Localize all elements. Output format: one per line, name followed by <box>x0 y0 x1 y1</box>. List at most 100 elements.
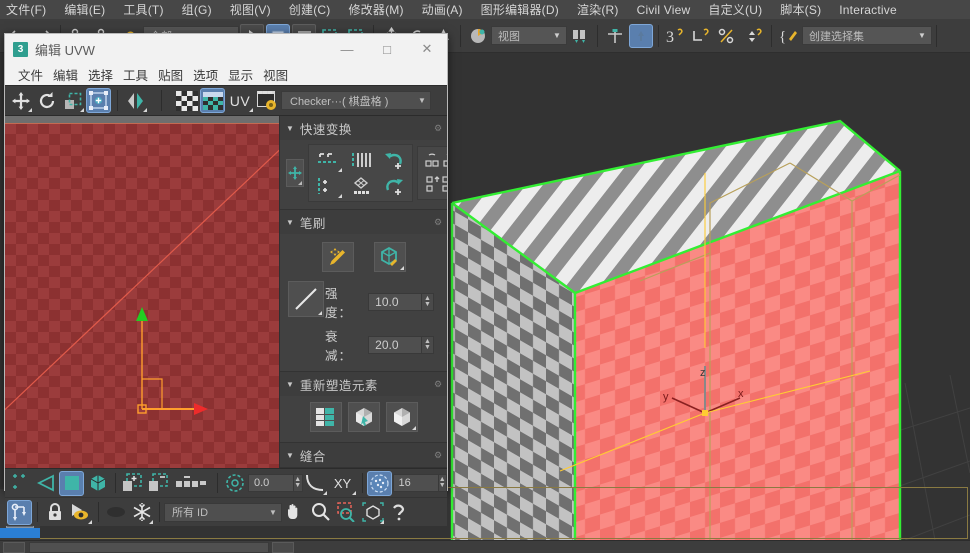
brush-strength-spinner[interactable]: ▲ ▼ <box>422 293 434 311</box>
rollout-header-reshape-elements[interactable]: ▼ 重新塑造元素 ⚙ <box>280 372 447 396</box>
map-options-icon[interactable] <box>255 88 280 113</box>
rotate-ccw-icon[interactable] <box>378 147 409 173</box>
dialog-menu-select[interactable]: 选择 <box>83 65 118 84</box>
rollout-header-brush[interactable]: ▼ 笔刷 ⚙ <box>280 210 447 234</box>
zoom-extents-icon[interactable] <box>360 500 385 525</box>
minimize-button[interactable]: — <box>327 34 367 64</box>
percent-snap-icon[interactable] <box>716 24 740 48</box>
uv-move-gizmo[interactable] <box>120 301 210 421</box>
flip-horizontal-icon[interactable] <box>421 149 447 173</box>
map-selection-combo[interactable]: Checker···( 棋盘格 ) ▼ <box>281 91 431 110</box>
mirror-icon[interactable] <box>123 88 148 113</box>
relax-icon[interactable] <box>345 173 376 199</box>
menu-item-animation[interactable]: 动画(A) <box>413 1 472 18</box>
rotate-icon[interactable] <box>34 88 59 113</box>
select-element-icon[interactable] <box>146 471 171 496</box>
space-vertical-icon[interactable] <box>345 147 376 173</box>
dialog-menu-view[interactable]: 视图 <box>258 65 293 84</box>
menu-item-rendering[interactable]: 渲染(R) <box>568 1 628 18</box>
brush-falloff-spinner[interactable]: ▲ ▼ <box>422 336 434 354</box>
falloff-curve-icon[interactable] <box>288 281 324 317</box>
named-selection-sets-icon[interactable]: { <box>777 24 801 48</box>
move-icon[interactable] <box>8 88 33 113</box>
menu-item-modifiers[interactable]: 修改器(M) <box>339 1 412 18</box>
ref-coord-system-combo[interactable]: 视图 ▼ <box>491 26 567 45</box>
quick-peel-icon[interactable] <box>347 402 380 432</box>
angle-snap-3-icon[interactable]: 3 <box>664 24 688 48</box>
filter-by-view-icon[interactable] <box>68 500 93 525</box>
angle-snap-icon[interactable] <box>690 24 714 48</box>
uv-checker-icon[interactable] <box>200 88 225 113</box>
paint-select-size-input[interactable]: 16 <box>392 474 439 492</box>
freeze-icon[interactable] <box>129 500 154 525</box>
pin-icon[interactable]: ⚙ <box>429 379 447 390</box>
soft-selection-falloff-input[interactable]: 0.0 <box>248 474 294 492</box>
status-toggle-button[interactable] <box>3 541 25 553</box>
vertex-subobject-icon[interactable] <box>7 471 32 496</box>
paint-relax-brush-icon[interactable] <box>373 242 406 272</box>
help-icon[interactable] <box>386 500 411 525</box>
uv-label[interactable]: UV <box>226 88 254 113</box>
dialog-menu-edit[interactable]: 编辑 <box>48 65 83 84</box>
menu-item-create[interactable]: 创建(C) <box>280 1 340 18</box>
move-to-target-icon[interactable] <box>7 499 32 525</box>
select-and-place-icon[interactable] <box>603 24 627 48</box>
menu-item-tools[interactable]: 工具(T) <box>114 1 172 18</box>
menu-item-customize[interactable]: 自定义(U) <box>699 1 771 18</box>
spinner-snap-icon[interactable] <box>742 24 766 48</box>
edit-uvw-dialog[interactable]: 3 编辑 UVW — □ ✕ 文件 编辑 选择 工具 贴图 选项 显示 视图 U… <box>4 33 448 526</box>
rollout-header-quick-transform[interactable]: ▼ 快速变换 ⚙ <box>280 116 447 140</box>
freeform-mode-icon[interactable] <box>86 88 111 113</box>
falloff-curve-type-icon[interactable] <box>303 471 328 496</box>
flip-vertical-icon[interactable] <box>421 173 447 197</box>
menu-item-graph-editors[interactable]: 图形编辑器(D) <box>472 1 568 18</box>
show-map-checker-icon[interactable] <box>174 88 199 113</box>
status-lock-button[interactable] <box>272 541 294 553</box>
menu-item-civil-view[interactable]: Civil View <box>628 3 700 17</box>
zoom-region-icon[interactable] <box>334 500 359 525</box>
material-id-combo[interactable]: 所有 ID ▼ <box>164 502 282 522</box>
hide-icon[interactable] <box>103 500 128 525</box>
space-horizontal-icon[interactable] <box>312 147 343 173</box>
brush-strength-input[interactable]: 10.0 <box>368 293 422 311</box>
menu-item-interactive[interactable]: Interactive <box>830 3 906 17</box>
menu-item-edit[interactable]: 编辑(E) <box>55 1 114 18</box>
align-vertical-icon[interactable] <box>312 173 343 199</box>
menu-item-file[interactable]: 文件(F) <box>0 1 55 18</box>
soft-selection-icon[interactable] <box>222 471 247 496</box>
zoom-icon[interactable] <box>308 500 333 525</box>
align-to-edge-icon[interactable] <box>286 159 304 187</box>
pin-icon[interactable]: ⚙ <box>429 123 447 134</box>
dialog-menu-mapping[interactable]: 贴图 <box>153 65 188 84</box>
select-by-id-icon[interactable] <box>172 471 212 496</box>
menu-item-group[interactable]: 组(G) <box>173 1 221 18</box>
dialog-title-bar[interactable]: 3 编辑 UVW — □ ✕ <box>5 34 447 64</box>
face-subobject-icon[interactable] <box>59 470 84 496</box>
rollout-header-stitch[interactable]: ▼ 缝合 ⚙ <box>280 443 447 467</box>
pin-icon[interactable]: ⚙ <box>429 450 447 461</box>
close-button[interactable]: ✕ <box>407 34 447 64</box>
dialog-menu-file[interactable]: 文件 <box>13 65 48 84</box>
edge-subobject-icon[interactable] <box>33 471 58 496</box>
falloff-axis-xy-label[interactable]: XY <box>329 471 357 496</box>
rotate-cw-icon[interactable] <box>378 173 409 199</box>
snap-toggle-icon[interactable] <box>629 23 653 48</box>
brush-falloff-input[interactable]: 20.0 <box>368 336 422 354</box>
named-selection-set-combo[interactable]: 创建选择集 ▼ <box>802 26 932 45</box>
maximize-button[interactable]: □ <box>367 34 407 64</box>
pan-icon[interactable] <box>282 500 307 525</box>
use-pivot-center-icon[interactable] <box>568 24 592 48</box>
menu-item-views[interactable]: 视图(V) <box>221 1 280 18</box>
pelt-map-icon[interactable] <box>385 402 418 432</box>
dialog-menu-display[interactable]: 显示 <box>223 65 258 84</box>
soft-selection-falloff-spinner[interactable]: ▲ ▼ <box>294 474 303 492</box>
peel-mode-icon[interactable] <box>309 402 342 432</box>
paint-select-size-spinner[interactable]: ▲ ▼ <box>438 474 447 492</box>
element-subobject-icon[interactable] <box>85 471 110 496</box>
paint-select-mode-icon[interactable] <box>366 470 392 496</box>
pin-icon[interactable]: ⚙ <box>429 217 447 228</box>
filter-selected-faces-icon[interactable] <box>120 471 145 496</box>
paint-move-brush-icon[interactable] <box>321 242 354 272</box>
lock-selection-icon[interactable] <box>42 500 67 525</box>
ref-coord-pivot-icon[interactable] <box>466 24 490 48</box>
